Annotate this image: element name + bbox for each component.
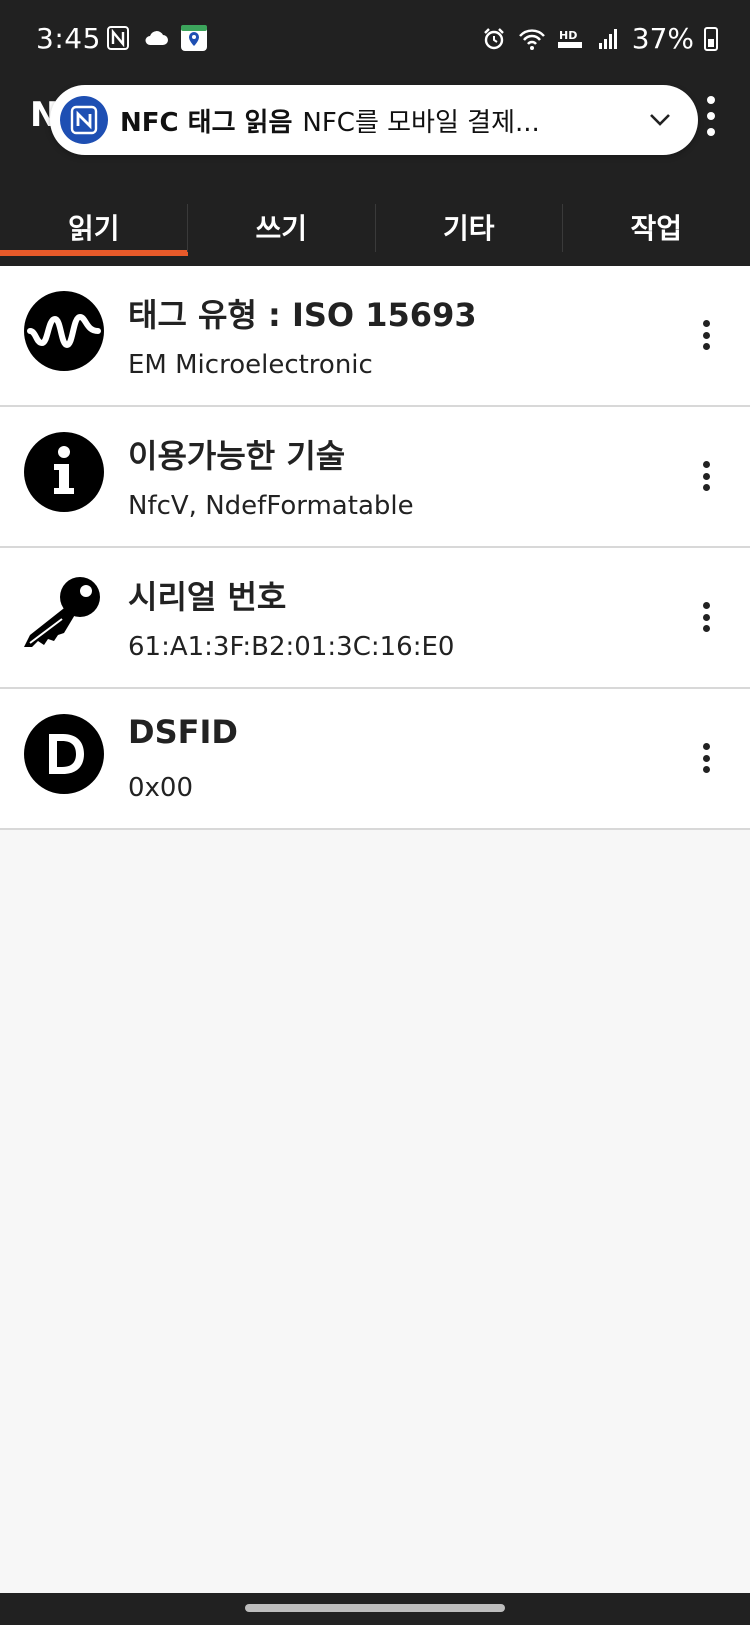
signal-icon [594, 25, 622, 53]
tab-write[interactable]: 쓰기 [188, 188, 376, 266]
row-title: 시리얼 번호 [128, 578, 287, 616]
tab-tasks[interactable]: 작업 [563, 188, 750, 266]
row-more-button[interactable] [696, 320, 716, 350]
dot-icon [702, 343, 710, 350]
svg-text:HD: HD [559, 29, 577, 42]
app-root: 3:45 HD 37% N NFC 태그 읽음 NFC를 모바일 결제... 읽… [0, 0, 750, 1625]
list-item-technologies[interactable]: 이용가능한 기술 NfcV, NdefFormatable [0, 407, 750, 548]
tab-other[interactable]: 기타 [375, 188, 563, 266]
home-gesture-handle[interactable] [245, 1604, 505, 1612]
tag-info-list: 태그 유형 : ISO 15693 EM Microelectronic 이용가… [0, 266, 750, 830]
list-item-tag-type[interactable]: 태그 유형 : ISO 15693 EM Microelectronic [0, 266, 750, 407]
letter-d-icon [24, 714, 104, 794]
dot-icon [707, 112, 715, 120]
notification-text: NFC를 모바일 결제... [302, 107, 540, 138]
row-more-button[interactable] [696, 461, 716, 491]
tab-divider [187, 204, 188, 252]
battery-icon [704, 26, 718, 51]
row-subtitle: 0x00 [128, 773, 194, 803]
dot-icon [707, 96, 715, 104]
dot-icon [702, 472, 710, 480]
dot-icon [702, 461, 710, 468]
dot-icon [702, 625, 710, 632]
dot-icon [702, 754, 710, 762]
list-item-serial-number[interactable]: 시리얼 번호 61:A1:3F:B2:01:3C:16:E0 [0, 548, 750, 689]
tab-read[interactable]: 읽기 [0, 188, 188, 266]
dot-icon [702, 766, 710, 773]
dot-icon [702, 331, 710, 339]
status-left-icons [104, 24, 208, 52]
info-icon [24, 432, 104, 512]
chevron-down-icon[interactable] [640, 100, 680, 140]
dot-icon [707, 128, 715, 136]
row-subtitle: EM Microelectronic [128, 350, 373, 380]
waveform-icon [24, 291, 104, 371]
hd-voice-icon: HD [556, 25, 584, 53]
notification-title: NFC 태그 읽음 [120, 107, 293, 138]
overflow-menu-button[interactable] [706, 96, 716, 136]
dot-icon [702, 743, 710, 750]
nfc-notification[interactable]: NFC 태그 읽음 NFC를 모바일 결제... [50, 85, 698, 155]
row-more-button[interactable] [696, 743, 716, 773]
dot-icon [702, 320, 710, 327]
dot-icon [702, 484, 710, 491]
system-nav-bar [0, 1593, 750, 1625]
cloud-icon [142, 24, 170, 52]
row-subtitle: 61:A1:3F:B2:01:3C:16:E0 [128, 632, 455, 662]
alarm-icon [480, 25, 508, 53]
row-title: 이용가능한 기술 [128, 437, 346, 475]
maps-app-icon [180, 24, 208, 52]
row-title: DSFID [128, 713, 238, 751]
status-time: 3:45 [36, 22, 101, 55]
nfc-icon [60, 96, 108, 144]
top-app-bar: 3:45 HD 37% N NFC 태그 읽음 NFC를 모바일 결제... 읽… [0, 0, 750, 266]
status-bar: 3:45 HD 37% [0, 0, 750, 80]
wifi-icon [518, 25, 546, 53]
tab-bar: 읽기 쓰기 기타 작업 [0, 188, 750, 266]
tab-divider [375, 204, 376, 252]
key-icon [24, 573, 104, 653]
dot-icon [702, 602, 710, 609]
status-right-icons: HD 37% [480, 22, 718, 55]
battery-percent: 37% [631, 22, 694, 55]
nfc-status-icon [104, 24, 132, 52]
row-title: 태그 유형 : ISO 15693 [128, 296, 477, 334]
row-subtitle: NfcV, NdefFormatable [128, 491, 414, 521]
dot-icon [702, 613, 710, 621]
tab-divider [562, 204, 563, 252]
list-item-dsfid[interactable]: DSFID 0x00 [0, 689, 750, 830]
row-more-button[interactable] [696, 602, 716, 632]
